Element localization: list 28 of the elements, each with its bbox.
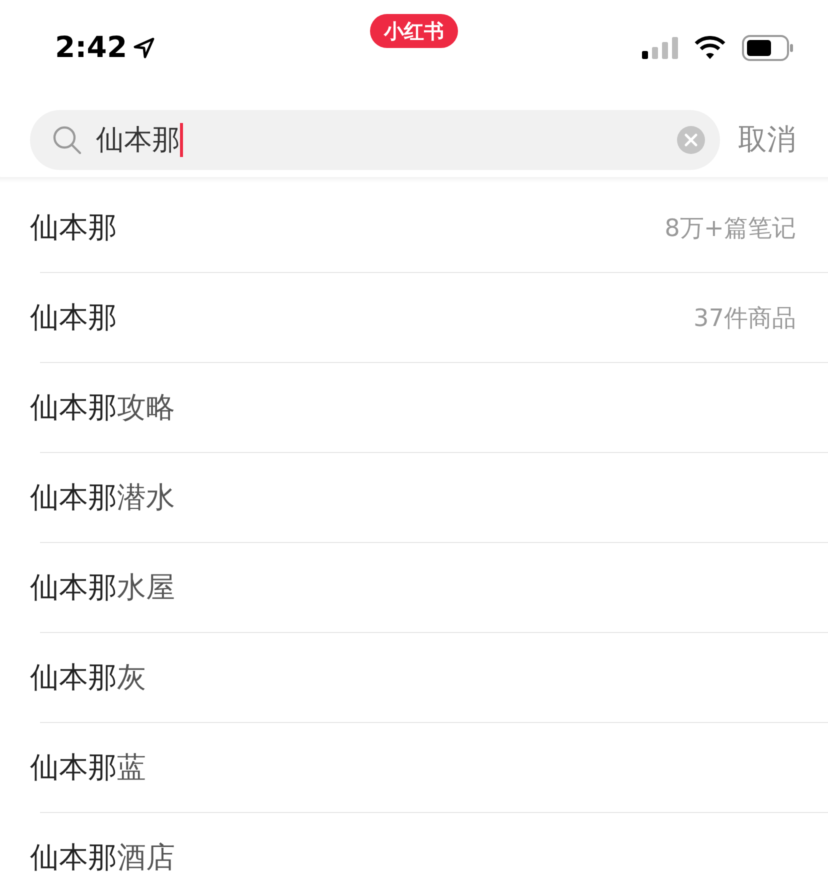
signal-icon [642, 36, 678, 60]
search-icon [52, 125, 82, 155]
suggestion-text: 仙本那潜水 [30, 478, 175, 516]
location-arrow-icon [133, 36, 156, 58]
suggestion-item[interactable]: 仙本那水屋 [0, 543, 828, 632]
suggestion-item[interactable]: 仙本那灰 [0, 633, 828, 722]
result-count: 8万+篇笔记 [664, 212, 796, 244]
suggestion-text: 仙本那蓝 [30, 748, 146, 786]
suggestion-text: 仙本那 [30, 298, 117, 336]
suggestion-text: 仙本那 [30, 208, 117, 246]
suggestion-item[interactable]: 仙本那攻略 [0, 363, 828, 452]
battery-icon [742, 34, 794, 60]
suggestion-text: 仙本那灰 [30, 658, 146, 696]
suggestion-item[interactable]: 仙本那 37件商品 [0, 273, 828, 362]
result-count: 37件商品 [693, 302, 796, 334]
suggestion-text: 仙本那攻略 [30, 388, 175, 426]
text-cursor [180, 123, 183, 157]
app-logo-badge: 小红书 [370, 14, 458, 48]
clear-icon[interactable] [676, 125, 706, 155]
suggestion-item[interactable]: 仙本那 8万+篇笔记 [0, 183, 828, 272]
status-time: 2:42 [55, 33, 128, 62]
suggestion-text: 仙本那酒店 [30, 838, 175, 876]
suggestion-item[interactable]: 仙本那蓝 [0, 723, 828, 812]
wifi-icon [694, 36, 726, 60]
suggestion-item[interactable]: 仙本那酒店 [0, 813, 828, 891]
search-field[interactable]: 仙本那 [30, 110, 720, 170]
suggestion-item[interactable]: 仙本那潜水 [0, 453, 828, 542]
suggestion-text: 仙本那水屋 [30, 568, 175, 606]
